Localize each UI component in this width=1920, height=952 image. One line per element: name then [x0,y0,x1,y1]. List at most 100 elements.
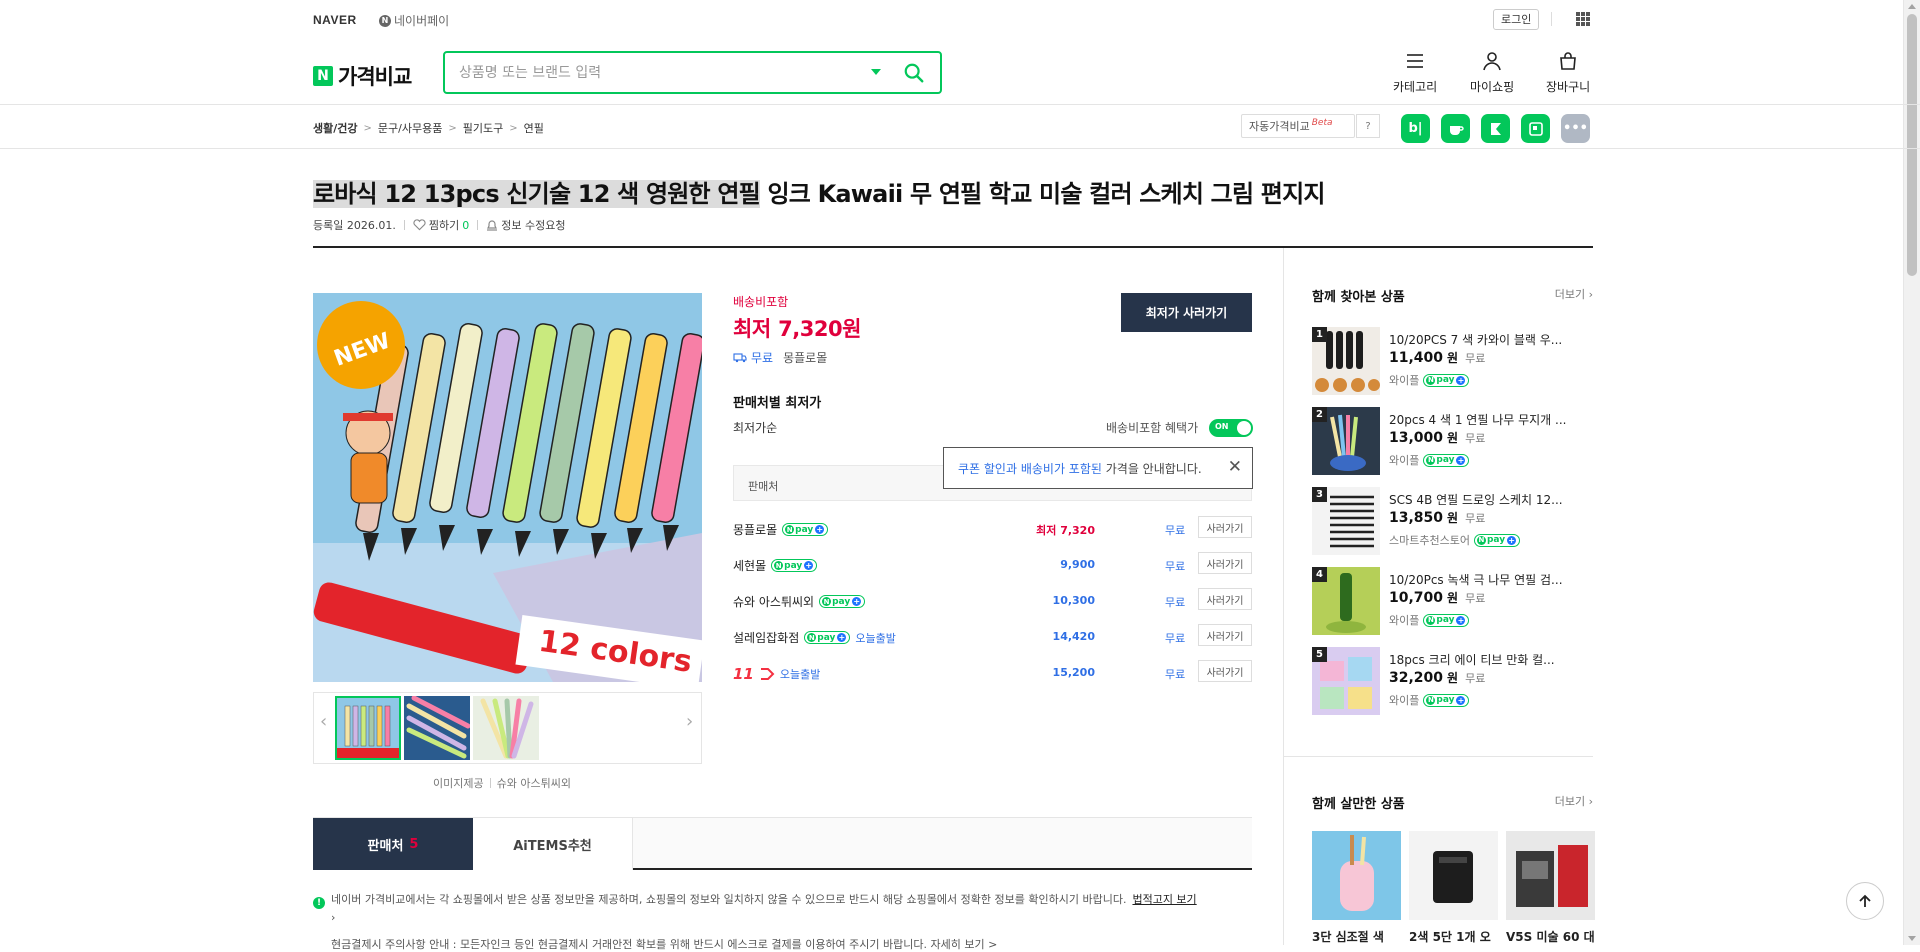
buy-together-more-link[interactable]: 더보기 › [1555,793,1593,812]
related-products: 함께 찾아본 상품 더보기 › [1312,286,1593,305]
breadcrumb-item[interactable]: 필기도구 [463,120,503,136]
buy-together-item-image[interactable] [1409,831,1498,920]
legal-notice-link[interactable]: 법적고지 보기 [1132,893,1196,906]
category-button[interactable]: 카테고리 [1393,50,1437,95]
seller-name[interactable]: 슈와 아스튀씨외 [733,593,814,610]
login-button[interactable]: 로그인 [1493,9,1540,30]
tab-count: 5 [409,836,419,852]
free-shipping: 무료 [1465,351,1486,365]
cafe-share-icon[interactable] [1441,114,1470,143]
thumbnail-2[interactable] [404,696,470,760]
npay-plus-badge: Npay + [1423,693,1470,707]
breadcrumb-separator: > [363,122,372,134]
naver-logo[interactable]: NAVER [313,13,357,27]
breadcrumb-item[interactable]: 문구/사무용품 [378,120,442,136]
thumb-prev-arrow[interactable]: ‹ [320,711,327,732]
apps-grid-icon[interactable] [1576,12,1590,26]
breadcrumb-item[interactable]: 연필 [524,120,544,136]
scroll-thumb[interactable] [1907,14,1917,276]
thumbnail-3[interactable] [473,696,539,760]
seller-buy-button[interactable]: 사러가기 [1198,552,1252,574]
scroll-down-arrow[interactable] [1908,936,1916,941]
scroll-to-top-button[interactable] [1846,882,1884,920]
seller-name[interactable]: 설레임잡화점 [733,629,799,646]
related-item-mall: 스마트추천스토어 Npay + [1389,532,1521,548]
scroll-up-arrow[interactable] [1908,4,1916,9]
related-item-mall: 와이플 Npay + [1389,452,1470,468]
seller-buy-button[interactable]: 사러가기 [1198,516,1252,538]
search-input[interactable] [459,61,859,85]
chevron-right-icon[interactable]: › [331,911,335,924]
title-rest: 잉크 Kawaii 무 연필 학교 미술 컬러 스케치 그림 편지지 [759,180,1325,208]
shipping-info: 무료 몽플로몰 [733,349,1252,366]
seller-shipping: 무료 [1165,560,1186,573]
lowest-mall[interactable]: 몽플로몰 [783,349,827,366]
auto-compare-button[interactable]: 자동가격비교 Beta [1241,114,1355,138]
title-highlight: 로바식 12 13pcs 신기술 12 색 영원한 연필 [313,180,761,208]
cart-button[interactable]: 장바구니 [1546,50,1590,95]
myshopping-button[interactable]: 마이쇼핑 [1470,50,1514,95]
wish-button[interactable]: 찜하기 0 [413,217,469,233]
related-item[interactable]: 2 20pcs 4 색 1 연필 나무 무지개 ... 13,000 원 무료 와이… [1312,407,1593,477]
buy-lowest-button[interactable]: 최저가 사러가기 [1121,293,1252,332]
naverpay-link[interactable]: N 네이버페이 [379,12,449,29]
cash-payment-notice: 현금결제시 주의사항 안내 : 모든자인크 등인 현금결제시 거래안전 확보를 … [331,938,998,951]
buy-together-item-image[interactable] [1506,831,1595,920]
blog-share-icon[interactable]: b| [1401,114,1430,143]
breadcrumb-item[interactable]: 생활/건강 [313,120,358,136]
free-shipping: 무료 [1465,431,1486,445]
related-item-mall: 와이플 Npay + [1389,372,1470,388]
related-more-link[interactable]: 더보기 › [1555,286,1593,305]
more-share-icon[interactable]: ••• [1561,114,1590,143]
related-item[interactable]: 5 18pcs 크리 에이 티브 만화 컬... 32,200 원 무료 와이플 Np… [1312,647,1593,717]
related-item[interactable]: 3 SCS 4B 연필 드로잉 스케치 12... 13,850 원 무료 스마트추… [1312,487,1593,557]
rank-badge: 5 [1312,647,1327,662]
tab-aitems[interactable]: AiTEMS추천 [473,818,633,870]
product-image[interactable]: NEW 12 colors [313,293,702,682]
reg-date: 등록일 2026.01. [313,219,396,232]
seller-name[interactable]: 세현몰 [733,557,766,574]
edit-request-button[interactable]: 정보 수정요청 [486,217,565,233]
seller-buy-button[interactable]: 사러가기 [1198,588,1252,610]
kakao-share-icon[interactable] [1481,114,1510,143]
naver-n-icon: N [313,66,333,86]
search-icon[interactable] [903,62,925,84]
related-title: 함께 찾아본 상품 [1312,290,1405,305]
search-dropdown-icon[interactable] [871,69,881,75]
eleven-st-logo[interactable]: 11 [733,665,754,683]
shipping-benefit-toggle[interactable]: ON [1209,419,1253,437]
related-item[interactable]: 1 10/20PCS 7 색 카와이 블랙 우... 11,400 원 무료 와이플… [1312,327,1593,397]
wish-label: 찜하기 [428,219,460,232]
buy-together-item-name[interactable]: 3단 심조절 색 [1312,928,1401,945]
band-share-icon[interactable] [1521,114,1550,143]
divider [477,220,479,230]
related-item-name: 20pcs 4 색 1 연필 나무 무지개 ... [1389,413,1567,427]
price-compare-logo[interactable]: N 가격비교 [313,61,412,91]
toggle-knob [1237,421,1251,435]
buy-together-header: 함께 살만한 상품 더보기 › [1312,793,1593,812]
product-meta: 등록일 2026.01. 찜하기 0 정보 수정요청 [313,217,1593,233]
close-icon[interactable]: ✕ [1228,457,1242,477]
buy-together-names: 3단 심조절 색 2색 5단 1개 오 V5S 미술 60 대 [1312,928,1595,945]
tab-sellers[interactable]: 판매처 5 [313,818,473,870]
thumbnail-1[interactable] [335,696,401,760]
legal-notice: ! 네이버 가격비교에서는 각 쇼핑몰에서 받은 상품 정보만을 제공하며, 쇼핑… [313,891,1252,927]
related-item[interactable]: 4 10/20Pcs 녹색 극 나무 연필 검... 10,700 원 무료 와이플… [1312,567,1593,637]
thumb-next-arrow[interactable]: › [686,711,693,732]
buy-together-item-name[interactable]: 2색 5단 1개 오 [1409,928,1498,945]
thumbnail-image [337,698,399,758]
buy-together-item-name[interactable]: V5S 미술 60 대 [1506,928,1595,945]
related-item-image: 4 [1312,567,1380,635]
help-button[interactable]: ? [1356,114,1380,138]
breadcrumb-row: 생활/건강 > 문구/사무용품 > 필기도구 > 연필 자동가격비교 Beta … [0,105,1920,149]
seller-name[interactable]: 몽플로몰 [733,521,777,538]
npay-plus-badge: Npay + [782,523,829,536]
thumbnail-strip: ‹ › [313,692,702,764]
tooltip-text: 가격을 안내합니다. [1101,462,1202,476]
page-scrollbar[interactable] [1903,0,1920,945]
seller-buy-button[interactable]: 사러가기 [1198,660,1252,682]
seller-buy-button[interactable]: 사러가기 [1198,624,1252,646]
seller-row: 몽플로몰 Npay + 최저 7,320 무료 사러가기 [733,511,1252,547]
sort-option[interactable]: 최저가순 [733,419,777,436]
buy-together-item-image[interactable] [1312,831,1401,920]
